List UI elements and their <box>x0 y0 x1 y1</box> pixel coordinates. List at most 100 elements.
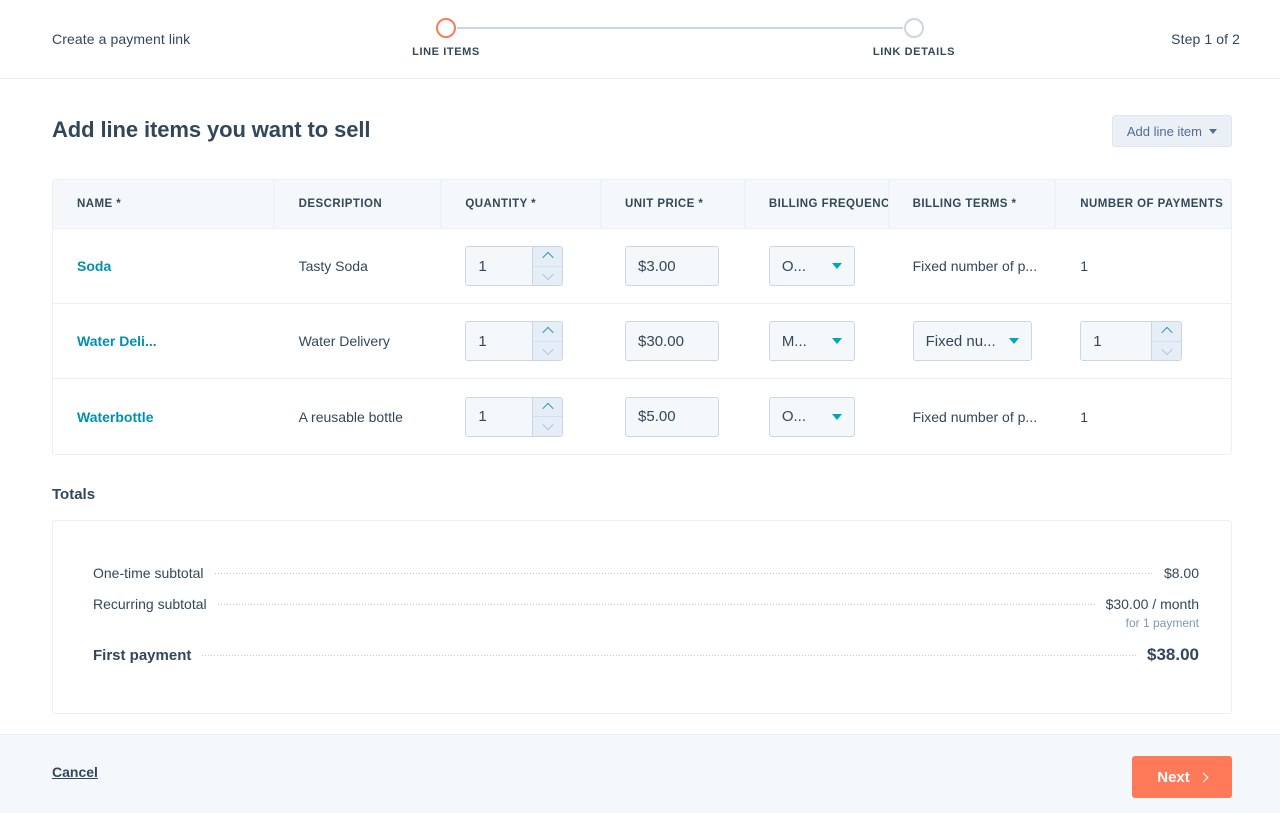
chevron-down-icon <box>832 338 842 344</box>
cell-billing-terms: Fixed nu... <box>889 321 1057 361</box>
cell-number-of-payments: 1 <box>1056 321 1231 361</box>
quantity-decrement-button[interactable] <box>533 342 562 361</box>
payment-link-wizard: Create a payment link LINE ITEMS LINK DE… <box>0 0 1280 813</box>
cell-name: Water Deli... <box>53 333 275 349</box>
column-header-quantity: QUANTITY * <box>441 180 601 228</box>
chevron-down-icon <box>542 419 553 430</box>
totals-heading: Totals <box>52 486 95 503</box>
billing-frequency-select[interactable]: O... <box>769 397 855 437</box>
chevron-down-icon <box>1161 344 1172 355</box>
column-header-unit-price: UNIT PRICE * <box>601 180 745 228</box>
number-of-payments-decrement-button[interactable] <box>1152 342 1181 361</box>
cell-billing-frequency: O... <box>745 397 889 437</box>
column-header-description: DESCRIPTION <box>275 180 442 228</box>
recurring-subtotal-value: $30.00 / month <box>1106 596 1199 612</box>
quantity-stepper[interactable]: 1 <box>465 246 563 286</box>
cell-description: A reusable bottle <box>275 409 442 425</box>
unit-price-input[interactable]: $5.00 <box>625 397 719 437</box>
cell-billing-terms: Fixed number of p... <box>889 409 1057 425</box>
totals-row-one-time: One-time subtotal $8.00 <box>93 565 1199 581</box>
column-header-number-of-payments: NUMBER OF PAYMENTS <box>1056 180 1231 228</box>
quantity-stepper[interactable]: 1 <box>465 321 563 361</box>
step-dot-active-icon <box>436 18 456 38</box>
one-time-subtotal-label: One-time subtotal <box>93 565 204 581</box>
wizard-header: Create a payment link LINE ITEMS LINK DE… <box>0 0 1280 79</box>
page-title: Create a payment link <box>52 31 190 47</box>
quantity-increment-button[interactable] <box>533 322 562 342</box>
cell-quantity: 1 <box>441 397 601 437</box>
column-header-name: NAME * <box>53 180 275 228</box>
totals-row-recurring: Recurring subtotal $30.00 / month <box>93 596 1199 612</box>
cell-billing-frequency: M... <box>745 321 889 361</box>
quantity-input[interactable]: 1 <box>466 398 532 436</box>
step-dot-inactive-icon <box>904 18 924 38</box>
billing-terms-value: Fixed nu... <box>926 333 996 350</box>
chevron-down-icon <box>542 344 553 355</box>
number-of-payments-stepper[interactable]: 1 <box>1080 321 1182 361</box>
column-header-billing-terms: BILLING TERMS * <box>889 180 1057 228</box>
table-row: Waterbottle A reusable bottle 1 $5.00 <box>53 379 1231 454</box>
quantity-stepper-buttons <box>532 322 562 360</box>
billing-frequency-value: O... <box>782 258 806 275</box>
main-content: Add line items you want to sell Add line… <box>0 79 1280 734</box>
billing-frequency-select[interactable]: O... <box>769 246 855 286</box>
quantity-input[interactable]: 1 <box>466 247 532 285</box>
number-of-payments-increment-button[interactable] <box>1152 322 1181 342</box>
wizard-stepper: LINE ITEMS LINK DETAILS <box>436 18 924 66</box>
recurring-subtotal-note: for 1 payment <box>1126 616 1199 630</box>
table-row: Soda Tasty Soda 1 $3.00 <box>53 229 1231 304</box>
line-item-name-link[interactable]: Soda <box>77 258 111 274</box>
table-header-row: NAME * DESCRIPTION QUANTITY * UNIT PRICE… <box>53 180 1231 229</box>
leader-dots <box>201 655 1137 656</box>
next-button[interactable]: Next <box>1132 756 1232 798</box>
table-row: Water Deli... Water Delivery 1 $30.00 <box>53 304 1231 379</box>
line-item-name-link[interactable]: Waterbottle <box>77 409 153 425</box>
chevron-up-icon <box>542 327 553 338</box>
chevron-right-icon <box>1198 772 1208 782</box>
wizard-footer: Cancel Next <box>0 734 1280 813</box>
line-item-name-link[interactable]: Water Deli... <box>77 333 157 349</box>
billing-frequency-value: O... <box>782 408 806 425</box>
cell-quantity: 1 <box>441 246 601 286</box>
chevron-down-icon <box>832 414 842 420</box>
billing-terms-select[interactable]: Fixed nu... <box>913 321 1033 361</box>
chevron-down-icon <box>542 269 553 280</box>
cell-unit-price: $5.00 <box>601 397 745 437</box>
quantity-increment-button[interactable] <box>533 247 562 267</box>
billing-frequency-value: M... <box>782 333 807 350</box>
cell-description: Tasty Soda <box>275 258 442 274</box>
cell-billing-frequency: O... <box>745 246 889 286</box>
quantity-stepper-buttons <box>532 398 562 436</box>
cell-billing-terms: Fixed number of p... <box>889 258 1057 274</box>
quantity-increment-button[interactable] <box>533 398 562 418</box>
step-counter: Step 1 of 2 <box>1171 31 1240 47</box>
number-of-payments-stepper-buttons <box>1151 322 1181 360</box>
cell-number-of-payments: 1 <box>1056 258 1231 274</box>
add-line-item-button[interactable]: Add line item <box>1112 115 1232 147</box>
next-button-label: Next <box>1157 769 1190 786</box>
billing-frequency-select[interactable]: M... <box>769 321 855 361</box>
cell-unit-price: $3.00 <box>601 246 745 286</box>
stepper-connector-line <box>457 27 903 29</box>
quantity-stepper[interactable]: 1 <box>465 397 563 437</box>
add-line-item-label: Add line item <box>1127 124 1202 139</box>
cell-number-of-payments: 1 <box>1056 409 1231 425</box>
leader-dots <box>214 573 1154 574</box>
column-header-billing-frequency: BILLING FREQUENCY <box>745 180 889 228</box>
cell-quantity: 1 <box>441 321 601 361</box>
line-items-table: NAME * DESCRIPTION QUANTITY * UNIT PRICE… <box>52 179 1232 455</box>
chevron-up-icon <box>542 252 553 263</box>
quantity-decrement-button[interactable] <box>533 417 562 436</box>
one-time-subtotal-value: $8.00 <box>1164 565 1199 581</box>
number-of-payments-input[interactable]: 1 <box>1081 322 1151 360</box>
quantity-decrement-button[interactable] <box>533 267 562 286</box>
unit-price-input[interactable]: $30.00 <box>625 321 719 361</box>
cancel-button[interactable]: Cancel <box>52 764 98 780</box>
quantity-stepper-buttons <box>532 247 562 285</box>
quantity-input[interactable]: 1 <box>466 322 532 360</box>
recurring-subtotal-label: Recurring subtotal <box>93 596 207 612</box>
first-payment-label: First payment <box>93 647 191 664</box>
unit-price-input[interactable]: $3.00 <box>625 246 719 286</box>
first-payment-value: $38.00 <box>1147 645 1199 665</box>
cell-unit-price: $30.00 <box>601 321 745 361</box>
